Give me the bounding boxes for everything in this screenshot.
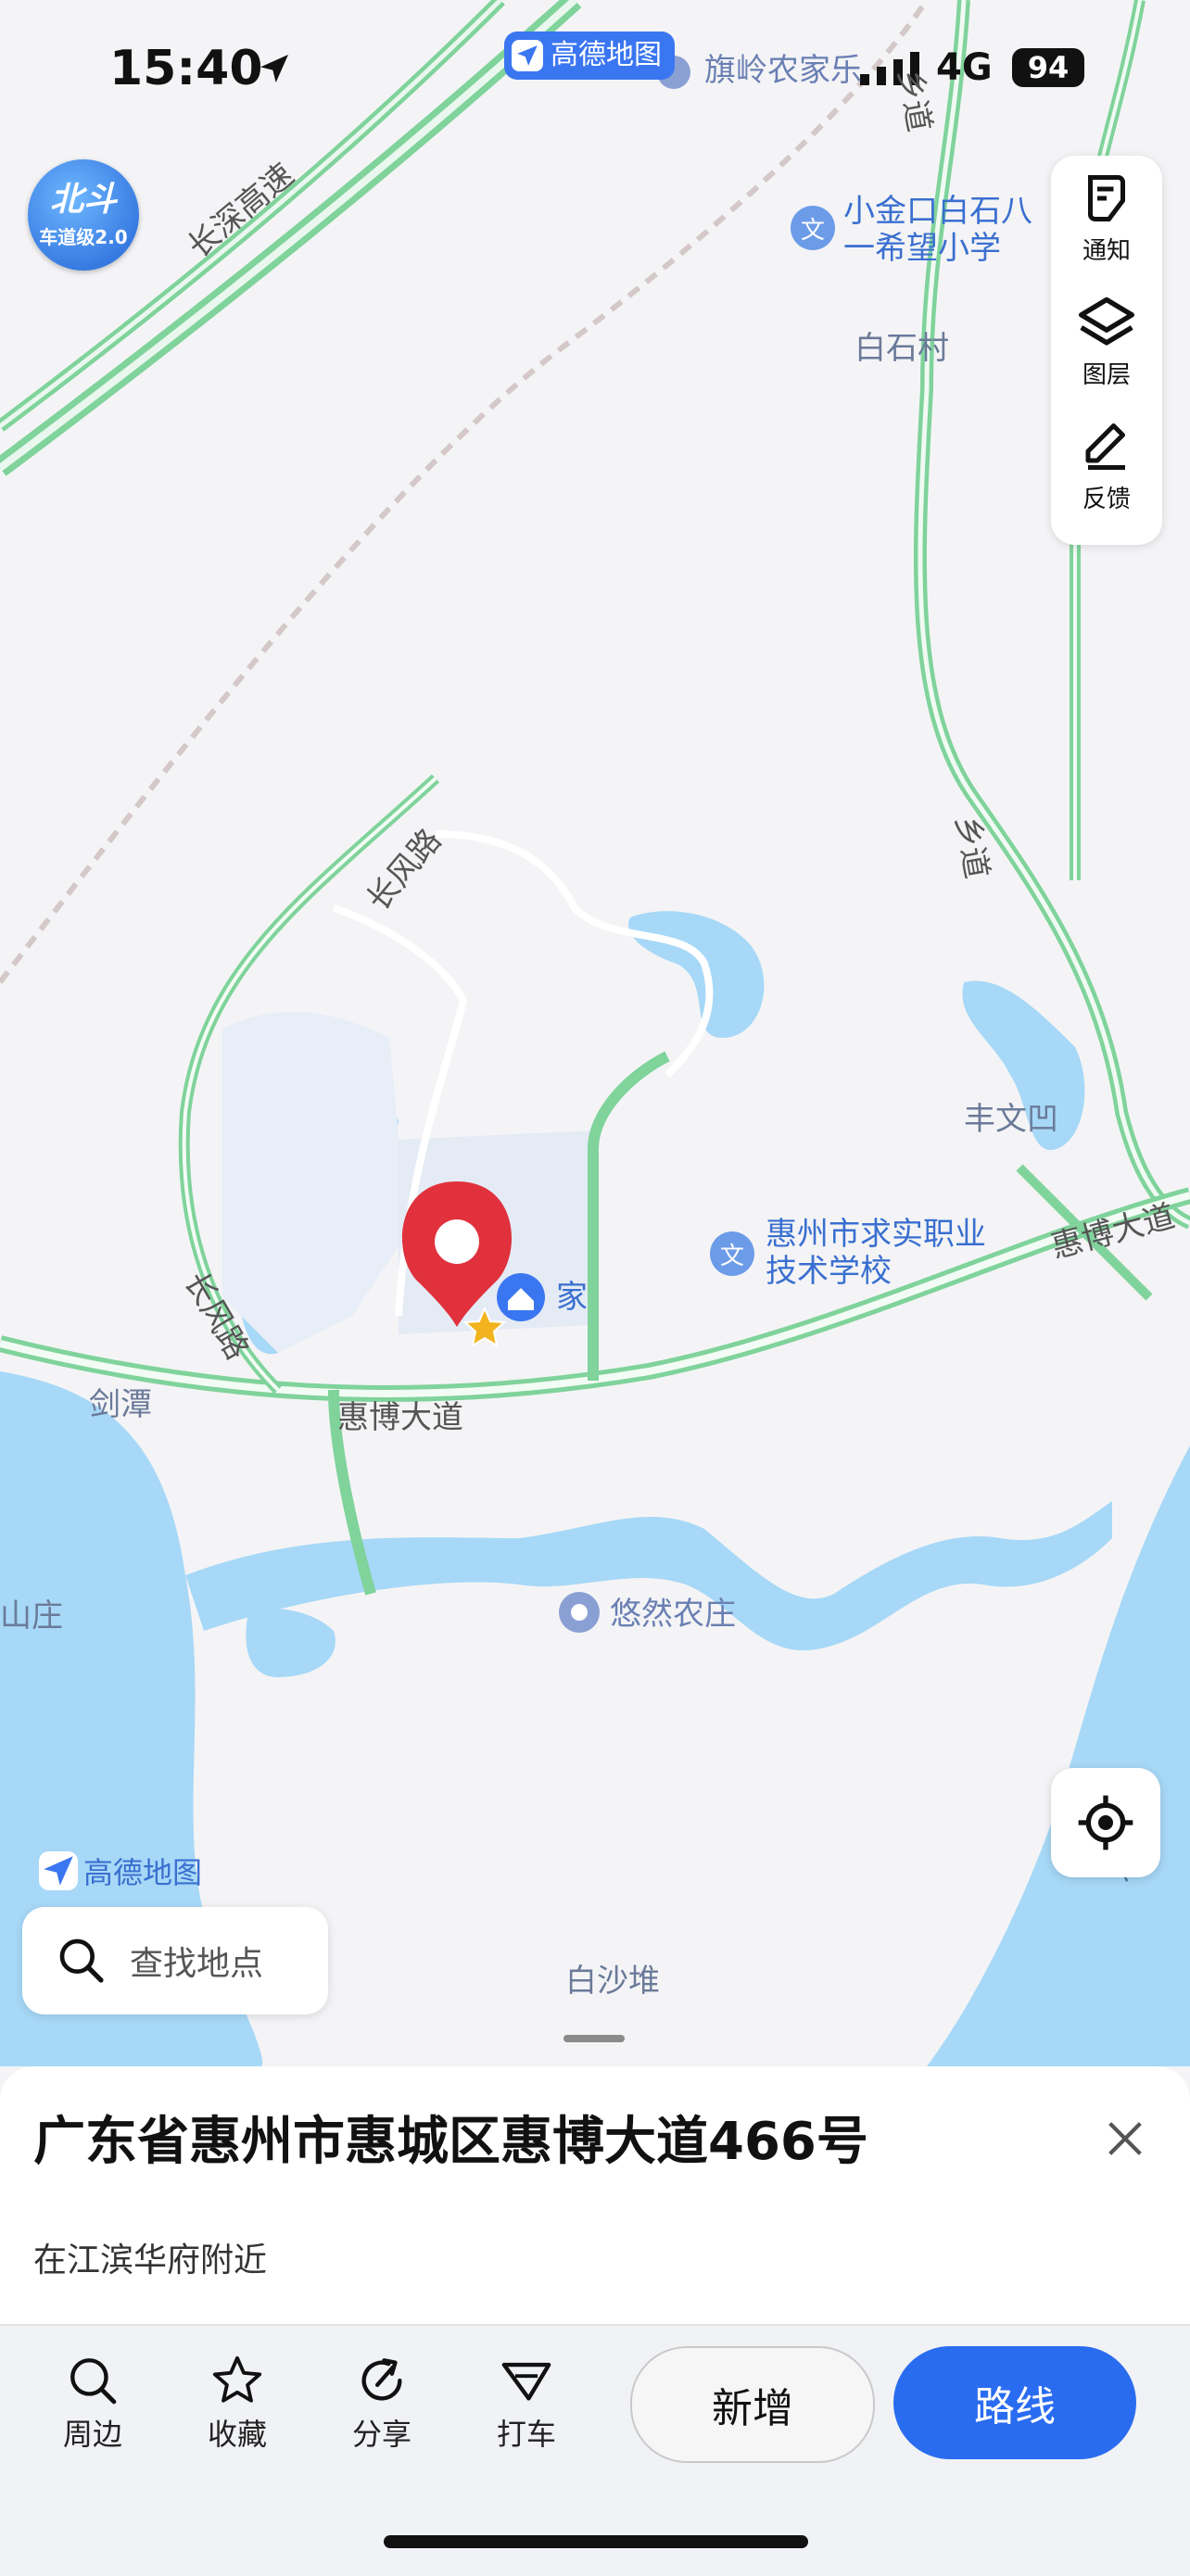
amap-watermark-text: 高德地图 bbox=[83, 1855, 203, 1890]
search-place-box[interactable]: 查找地点 bbox=[22, 1907, 328, 2014]
taxi-icon bbox=[501, 2362, 551, 2401]
home-indicator[interactable] bbox=[384, 2535, 808, 2548]
place-jiantan: 剑潭 bbox=[89, 1386, 152, 1423]
feedback-button[interactable]: 反馈 bbox=[1051, 404, 1162, 528]
map-side-panel: 通知 图层 反馈 bbox=[1051, 156, 1162, 545]
crosshair-icon bbox=[1078, 1795, 1133, 1850]
share-label: 分享 bbox=[351, 2417, 411, 2452]
taxi-label: 打车 bbox=[496, 2417, 556, 2452]
feedback-label: 反馈 bbox=[1082, 485, 1131, 513]
poi-farm[interactable]: 悠然农庄 bbox=[610, 1596, 736, 1633]
place-fengwen: 丰文凹 bbox=[964, 1101, 1058, 1138]
layers-label: 图层 bbox=[1082, 360, 1131, 389]
svg-text:文: 文 bbox=[720, 1243, 744, 1270]
nearby-search-icon bbox=[70, 2358, 117, 2405]
notification-icon bbox=[1088, 174, 1125, 221]
badge-line1: 北斗 bbox=[49, 181, 117, 219]
place-baishi: 白石村 bbox=[855, 330, 949, 367]
layers-button[interactable]: 图层 bbox=[1051, 280, 1162, 404]
add-new-button[interactable]: 新增 bbox=[630, 2346, 875, 2463]
amap-brand-pill[interactable]: 高德地图 bbox=[504, 32, 675, 80]
search-icon bbox=[59, 1938, 104, 1983]
poi-school[interactable]: 小金口白石八一希望小学 bbox=[843, 193, 1057, 267]
home-pin bbox=[497, 1273, 545, 1321]
share-icon bbox=[361, 2358, 402, 2401]
status-time: 15:40 bbox=[109, 41, 263, 96]
sheet-drag-handle[interactable] bbox=[563, 2035, 625, 2042]
notification-button[interactable]: 通知 bbox=[1051, 156, 1162, 280]
locate-me-button[interactable] bbox=[1051, 1768, 1160, 1877]
notification-label: 通知 bbox=[1082, 236, 1131, 265]
search-placeholder: 查找地点 bbox=[130, 1945, 264, 1983]
school-poi-pin: 文 bbox=[791, 206, 835, 250]
road-label-huibo-main: 惠博大道 bbox=[337, 1399, 463, 1436]
share-button[interactable]: 分享 bbox=[326, 2354, 437, 2454]
svg-text:文: 文 bbox=[801, 217, 825, 245]
poi-college[interactable]: 惠州市求实职业技术学校 bbox=[766, 1216, 997, 1290]
nearby-label: 周边 bbox=[62, 2417, 122, 2452]
battery-level: 94 bbox=[1012, 48, 1084, 87]
network-type: 4G bbox=[936, 46, 993, 89]
favorite-button[interactable]: 收藏 bbox=[182, 2354, 293, 2454]
college-poi-pin: 文 bbox=[710, 1231, 754, 1276]
poi-home-label[interactable]: 家 bbox=[556, 1279, 588, 1316]
amap-logo-icon bbox=[512, 40, 543, 71]
taxi-button[interactable]: 打车 bbox=[471, 2354, 582, 2454]
close-icon bbox=[1108, 2122, 1142, 2155]
badge-line2: 车道级2.0 bbox=[39, 226, 128, 248]
amap-watermark: 高德地图 bbox=[39, 1850, 202, 1892]
address-title: 广东省惠州市惠城区惠博大道466号 bbox=[33, 2112, 868, 2172]
address-subtitle: 在江滨华府附近 bbox=[33, 2241, 268, 2279]
location-arrow-icon bbox=[256, 50, 293, 91]
farm-poi-pin bbox=[559, 1592, 600, 1633]
poi-qiling[interactable]: 旗岭农家乐 bbox=[704, 52, 862, 89]
layers-icon bbox=[1079, 297, 1134, 346]
star-icon bbox=[212, 2355, 262, 2403]
favorite-label: 收藏 bbox=[207, 2417, 267, 2452]
beidou-lane-badge[interactable]: 北斗 车道级2.0 bbox=[28, 159, 139, 271]
place-baishadui: 白沙堆 bbox=[565, 1963, 660, 2000]
amap-watermark-icon bbox=[39, 1851, 78, 1890]
close-button[interactable] bbox=[1099, 2113, 1151, 2165]
route-button[interactable]: 路线 bbox=[893, 2346, 1136, 2459]
nearby-button[interactable]: 周边 bbox=[37, 2354, 148, 2454]
place-shanzhuang: 山庄 bbox=[0, 1597, 63, 1635]
feedback-pencil-icon bbox=[1085, 423, 1125, 470]
brand-name: 高德地图 bbox=[551, 39, 662, 71]
